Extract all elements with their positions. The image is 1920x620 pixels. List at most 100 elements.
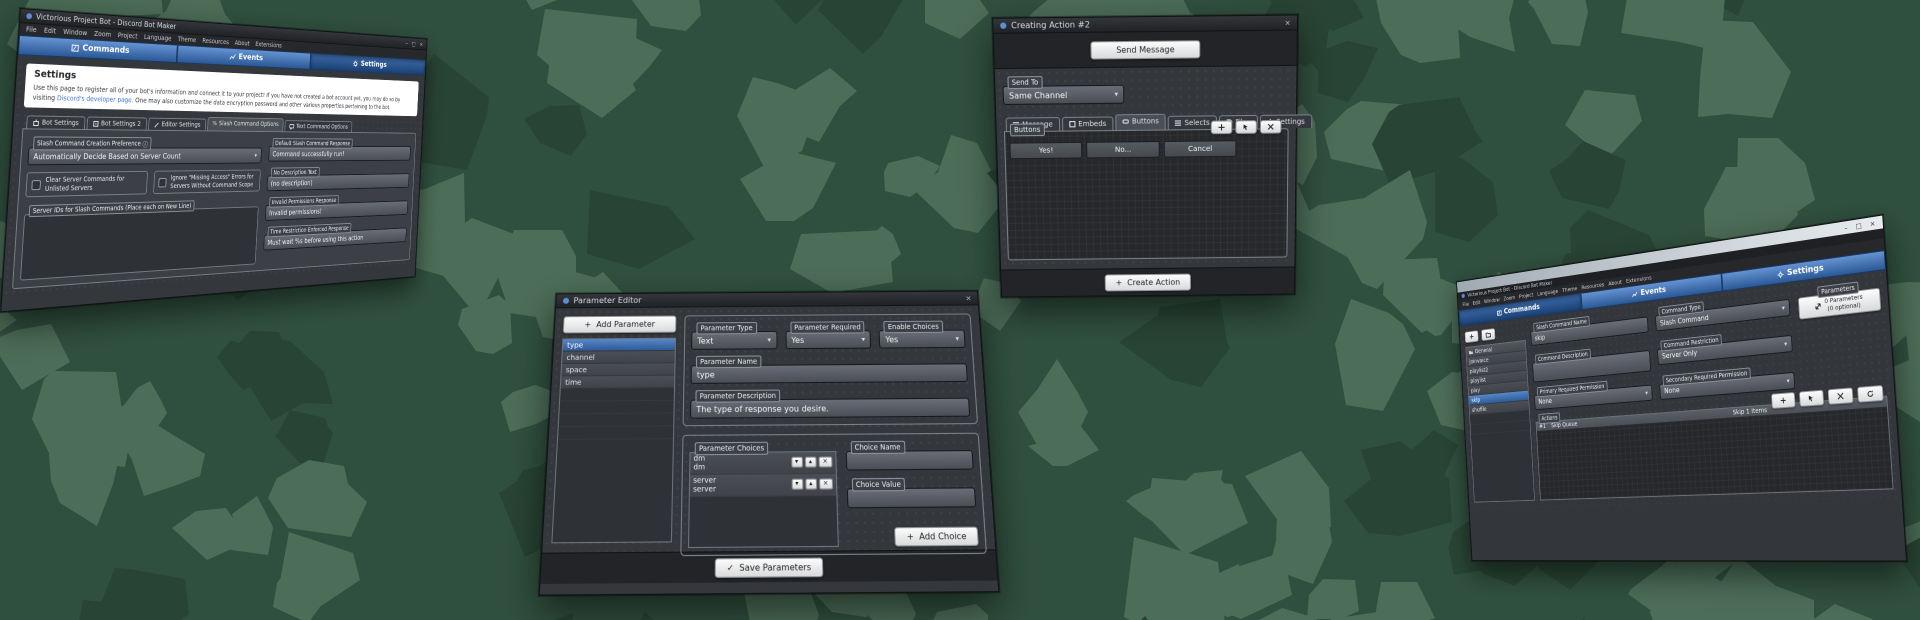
maximize-icon[interactable]: □ [1855, 221, 1862, 230]
tab-buttons[interactable]: Buttons [1115, 114, 1166, 130]
menu-file[interactable]: File [1462, 301, 1469, 308]
menu-edit[interactable]: Edit [44, 27, 57, 36]
chevron-down-icon: ▾ [1786, 377, 1789, 385]
app-icon [1000, 22, 1008, 30]
expand-icon [1815, 303, 1822, 310]
checkbox-icon [158, 178, 166, 187]
preview-button-no[interactable]: No... [1086, 141, 1159, 158]
maximize-icon[interactable]: □ [412, 40, 416, 47]
choice-value-label: Choice Value [851, 478, 905, 492]
menu-about[interactable]: About [234, 39, 249, 47]
empty-row [559, 414, 674, 428]
chevron-down-icon: ▾ [767, 336, 771, 344]
menu-edit[interactable]: Edit [1472, 299, 1480, 307]
menu-extensions[interactable]: Extensions [255, 41, 282, 50]
move-up-button[interactable]: ▴ [804, 457, 816, 468]
delete-choice-button[interactable]: × [818, 457, 832, 468]
pencil-icon [153, 121, 159, 128]
remove-action-button[interactable] [1828, 387, 1854, 404]
tab-embeds[interactable]: Embeds [1062, 116, 1114, 130]
choice-row[interactable]: serverserver ▾ ▴ × [690, 474, 836, 497]
chevron-down-icon: ▾ [1645, 389, 1648, 396]
button-icon [1123, 118, 1129, 124]
slash-command-options-panel: Slash Command Creation Preference ⓘ Auto… [12, 128, 416, 289]
checkbox-icon [31, 180, 41, 190]
move-up-button[interactable]: ▴ [805, 479, 817, 490]
action-type-button[interactable]: Send Message [1090, 40, 1200, 59]
edit-button[interactable] [1235, 120, 1257, 134]
choice-row[interactable]: dmdm ▾ ▴ × [690, 452, 835, 475]
edit-action-button[interactable] [1799, 389, 1824, 406]
default-response-label: Default Slash Command Response [272, 138, 353, 148]
parameter-item-channel[interactable]: channel [562, 351, 675, 364]
add-choice-button[interactable]: + Add Choice [895, 527, 979, 547]
subtab-text-command-options[interactable]: Text Command Options [284, 120, 352, 132]
close-icon[interactable]: × [965, 294, 971, 302]
send-to-label: Send To [1007, 76, 1042, 89]
delete-choice-button[interactable]: × [819, 479, 833, 490]
gear-icon [353, 60, 358, 67]
menu-file[interactable]: File [26, 25, 37, 34]
parameter-item-type[interactable]: type [563, 339, 675, 352]
move-down-button[interactable]: ▾ [791, 479, 803, 490]
actions-list: #1 Skip Queue Skip 1 Items [1536, 395, 1894, 500]
subtab-slash-command-options[interactable]: % Slash Command Options [207, 117, 284, 131]
chevron-down-icon: ▾ [1114, 90, 1118, 98]
parameter-item-time[interactable]: time [561, 376, 675, 389]
add-action-button[interactable] [1771, 392, 1796, 409]
robot2-icon [92, 120, 98, 127]
close-icon[interactable]: × [1285, 18, 1291, 27]
tab-selects[interactable]: Selects [1168, 115, 1217, 129]
app-icon [1461, 293, 1465, 298]
menu-project[interactable]: Project [1519, 291, 1534, 300]
add-parameter-button[interactable]: + Add Parameter [563, 316, 677, 334]
add-command-button[interactable] [1465, 330, 1479, 343]
select-icon [1175, 120, 1181, 126]
close-icon[interactable]: × [419, 41, 423, 48]
save-parameters-button[interactable]: ✓ Save Parameters [715, 557, 823, 578]
menu-resources[interactable]: Resources [202, 37, 229, 46]
parameter-choices-label: Parameter Choices [695, 442, 769, 456]
add-folder-button[interactable] [1481, 328, 1495, 341]
app-icon [26, 12, 33, 19]
subtab-editor-settings[interactable]: Editor Settings [148, 118, 206, 131]
parameter-name-label: Parameter Name [696, 355, 761, 368]
menu-language[interactable]: Language [144, 33, 172, 42]
menu-theme[interactable]: Theme [177, 36, 196, 44]
window-parameter-editor: Parameter Editor × + Add Parameter type … [539, 291, 1000, 596]
menu-zoom[interactable]: Zoom [1503, 294, 1515, 302]
subtab-bot-settings-2[interactable]: Bot Settings 2 [86, 116, 147, 129]
clear-server-commands-checkbox[interactable]: Clear Server Commands for Unlisted Serve… [25, 171, 148, 198]
info-icon: ⓘ [142, 139, 148, 148]
minimize-icon[interactable]: – [1844, 223, 1848, 231]
menu-project[interactable]: Project [118, 32, 138, 41]
chevron-down-icon: ▾ [1784, 340, 1787, 348]
remove-button[interactable] [1260, 120, 1282, 134]
minimize-icon[interactable]: – [405, 40, 407, 46]
plus-icon: + [1116, 278, 1123, 287]
parameter-item-space[interactable]: space [561, 363, 674, 376]
menu-window[interactable]: Window [63, 28, 88, 37]
create-action-button[interactable]: + Create Action [1104, 273, 1191, 291]
window-title: Creating Action #2 [1011, 18, 1281, 31]
subtab-bot-settings[interactable]: Bot Settings [26, 115, 85, 129]
parameter-required-label: Parameter Required [790, 321, 865, 334]
plus-icon: + [907, 532, 915, 542]
developer-page-link[interactable]: Discord's developer page [57, 94, 132, 104]
ignore-missing-access-checkbox[interactable]: Ignore "Missing Access" Errors for Serve… [153, 170, 260, 195]
empty-row [558, 426, 673, 440]
close-icon[interactable]: × [1870, 219, 1876, 228]
preview-button-cancel[interactable]: Cancel [1164, 140, 1237, 157]
add-button[interactable] [1211, 120, 1233, 134]
window-title: Parameter Editor [573, 294, 962, 306]
menu-zoom[interactable]: Zoom [94, 30, 112, 39]
move-down-button[interactable]: ▾ [791, 457, 803, 468]
preview-button-yes[interactable]: Yes! [1009, 142, 1082, 159]
parameter-properties-group: Parameter Type Text ▾ Parameter Required… [683, 313, 978, 426]
menu-theme[interactable]: Theme [1562, 285, 1577, 294]
menu-about[interactable]: About [1608, 278, 1622, 287]
refresh-action-button[interactable] [1857, 385, 1884, 403]
app-icon [562, 297, 569, 304]
server-ids-textarea[interactable] [20, 206, 258, 280]
events-icon [230, 53, 236, 60]
